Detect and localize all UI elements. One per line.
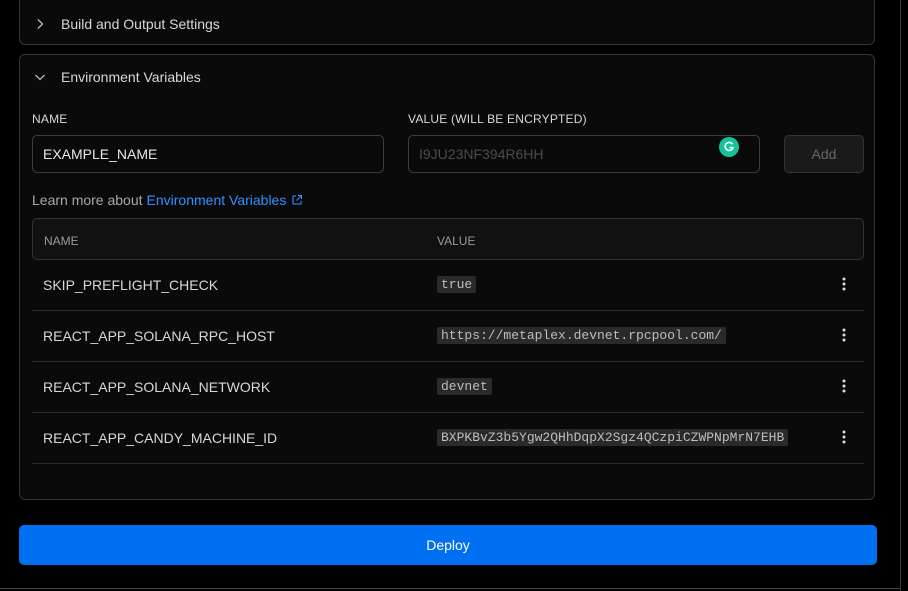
table-row: REACT_APP_SOLANA_RPC_HOST https://metapl… [32,311,864,362]
external-link-icon[interactable] [291,194,303,206]
env-var-value: https://metaplex.devnet.rpcpool.com/ [437,327,726,344]
env-var-value: devnet [437,378,492,395]
environment-variables-section: Environment Variables NAME EXAMPLE_NAME … [19,54,875,500]
env-var-name: REACT_APP_CANDY_MACHINE_ID [43,430,278,446]
table-row: REACT_APP_SOLANA_NETWORK devnet [32,362,864,413]
more-options-icon[interactable] [840,327,848,343]
add-button[interactable]: Add [784,135,864,173]
learn-more-prefix: Learn more about [32,192,143,208]
environment-variables-toggle[interactable]: Environment Variables [34,69,201,85]
chevron-down-icon [34,71,46,83]
grammarly-icon[interactable] [719,137,739,157]
chevron-right-icon [34,18,46,30]
table-row: SKIP_PREFLIGHT_CHECK true [32,260,864,311]
env-table-header: NAME VALUE [32,218,864,260]
env-var-name: SKIP_PREFLIGHT_CHECK [43,277,219,293]
environment-variables-link[interactable]: Environment Variables [147,192,287,208]
column-header-name: NAME [44,234,79,248]
value-field-label: VALUE (WILL BE ENCRYPTED) [408,112,587,126]
more-options-icon[interactable] [840,378,848,394]
column-header-value: VALUE [437,234,476,248]
environment-variables-title: Environment Variables [61,69,201,85]
env-var-value: true [437,276,477,293]
env-var-value: BXPKBvZ3b5Ygw2QHhDqpX2Sgz4QCzpiCZWPNpMrN… [437,429,789,446]
divider [0,588,900,589]
more-options-icon[interactable] [840,429,848,445]
name-input-value: EXAMPLE_NAME [43,146,158,162]
divider [900,0,901,591]
name-field-label: NAME [32,112,68,126]
value-input[interactable]: I9JU23NF394R6HH [408,135,760,173]
build-output-settings-title: Build and Output Settings [61,16,220,32]
env-var-name: REACT_APP_SOLANA_NETWORK [43,379,271,395]
table-row: REACT_APP_CANDY_MACHINE_ID BXPKBvZ3b5Ygw… [32,413,864,464]
deploy-button[interactable]: Deploy [19,525,877,565]
env-var-name: REACT_APP_SOLANA_RPC_HOST [43,328,275,344]
learn-more-text: Learn more about Environment Variables [32,192,303,208]
more-options-icon[interactable] [840,276,848,292]
build-output-settings-section: Build and Output Settings [19,0,875,45]
value-input-placeholder: I9JU23NF394R6HH [419,146,544,162]
build-output-settings-toggle[interactable]: Build and Output Settings [34,16,220,32]
name-input[interactable]: EXAMPLE_NAME [32,135,384,173]
